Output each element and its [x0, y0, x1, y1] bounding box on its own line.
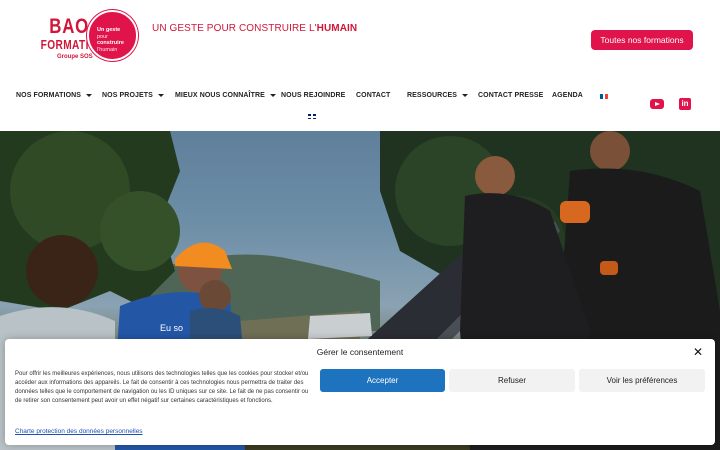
youtube-icon[interactable] [650, 99, 664, 109]
worker-glove [600, 261, 618, 275]
cookie-title: Gérer le consentement [316, 347, 404, 357]
privacy-policy-link[interactable]: Charte protection des données personnell… [15, 428, 143, 435]
worker-glove [560, 201, 590, 223]
accept-button[interactable]: Accepter [320, 369, 445, 392]
nav-item-label: NOS PROJETS [102, 92, 153, 99]
nav-item-label: AGENDA [552, 92, 583, 99]
car [308, 313, 372, 339]
logo-circle-line: l'humain [97, 46, 118, 53]
chevron-down-icon [269, 93, 276, 97]
nav-item-label: RESSOURCES [407, 92, 458, 99]
cookie-description: Pour offrir les meilleures expériences, … [15, 371, 309, 405]
close-icon[interactable]: ✕ [693, 346, 703, 358]
nav-item-formations[interactable]: NOS FORMATIONS [16, 88, 93, 104]
logo-groupe-sos: Groupe SOS [57, 54, 93, 60]
refuse-button[interactable]: Refuser [449, 369, 575, 392]
nav-item-agenda[interactable]: AGENDA [552, 88, 583, 104]
logo-formation: FORMATION [40, 37, 105, 52]
logo-circle-text: Un geste pour construire l'humain [97, 27, 124, 53]
nav-item-projets[interactable]: NOS PROJETS [102, 88, 164, 104]
worker-head [199, 280, 231, 312]
preferences-button[interactable]: Voir les préférences [579, 369, 705, 392]
page: BAO FORMATION Groupe SOS Un geste pour c… [0, 0, 720, 450]
nav-item-label: CONTACT PRESSE [478, 92, 544, 99]
tagline-emphasis: HUMAIN [316, 23, 358, 34]
cookie-consent-banner: Gérer le consentement ✕ Pour offrir les … [5, 339, 715, 445]
chevron-down-icon [462, 93, 469, 97]
logo-circle-line: pour [97, 33, 109, 40]
logo-wordmark: BAO FORMATION [27, 15, 105, 52]
site-tagline: UN GESTE POUR CONSTRUIRE L'HUMAIN [152, 23, 357, 34]
all-trainings-button[interactable]: Toutes nos formations [591, 30, 693, 50]
linkedin-icon[interactable]: in [679, 98, 691, 110]
worker-head [590, 131, 630, 171]
chevron-down-icon [157, 93, 164, 97]
nav-item-label: NOS FORMATIONS [16, 92, 82, 99]
tagline-prefix: UN GESTE POUR CONSTRUIRE L' [152, 23, 317, 34]
main-nav: NOS FORMATIONS NOS PROJETS MIEUX NOUS CO… [0, 88, 720, 106]
nav-item-rejoindre[interactable]: NOUS REJOINDRE [281, 88, 345, 104]
tree-foliage [100, 191, 180, 271]
nav-item-label: MIEUX NOUS CONNAÎTRE [175, 92, 265, 99]
nav-item-label: NOUS REJOINDRE [281, 92, 346, 99]
nav-item-label: CONTACT [356, 92, 391, 99]
logo-bao: BAO [49, 15, 89, 38]
worker-head [475, 156, 515, 196]
nav-item-connaitre[interactable]: MIEUX NOUS CONNAÎTRE [175, 88, 276, 104]
bao-formation-logo[interactable]: BAO FORMATION Groupe SOS Un geste pour c… [27, 10, 139, 64]
chevron-down-icon [86, 93, 93, 97]
en-flag-icon[interactable] [308, 114, 316, 119]
orange-cap [175, 242, 232, 269]
shirt-text: Eu so [160, 323, 183, 333]
worker-head [26, 235, 98, 307]
site-header: BAO FORMATION Groupe SOS Un geste pour c… [0, 0, 720, 131]
nav-item-ressources[interactable]: RESSOURCES [407, 88, 469, 104]
fr-flag-icon[interactable] [600, 94, 609, 99]
nav-item-contact[interactable]: CONTACT [356, 88, 390, 104]
logo-circle: Un geste pour construire l'humain [87, 10, 138, 61]
nav-item-presse[interactable]: CONTACT PRESSE [478, 88, 543, 104]
